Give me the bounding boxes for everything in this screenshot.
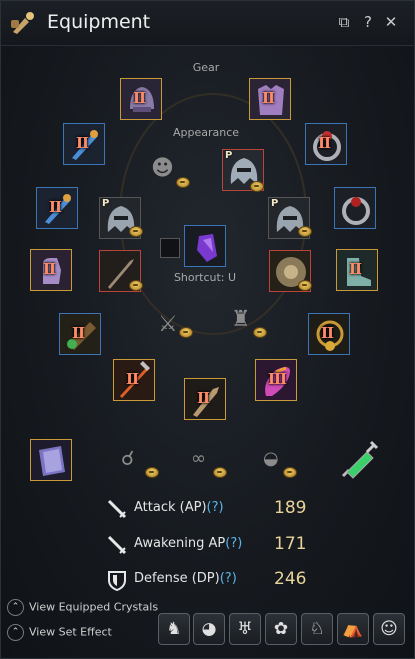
view-set-effect-link[interactable]: ⌃ View Set Effect	[7, 624, 112, 641]
gear-slot-shoes[interactable]: II	[336, 249, 378, 291]
syringe-icon[interactable]	[337, 438, 381, 482]
show-appearance-checkbox[interactable]	[160, 238, 180, 258]
help-link[interactable]: (?)	[207, 500, 224, 515]
awakening-value: 171	[274, 534, 307, 554]
defense-value: 246	[274, 569, 307, 589]
enhancement-level: II	[197, 389, 210, 407]
premium-mark: P	[225, 150, 233, 161]
costume-armor-outline-icon: ♜	[231, 307, 251, 332]
greatsword-icon	[107, 535, 127, 555]
gear-slot-necklace[interactable]: II	[308, 313, 350, 355]
glasses-outline-icon[interactable]: ∞	[191, 448, 206, 470]
gear-slot-gloves[interactable]: II	[30, 249, 72, 291]
enhancement-level: II	[349, 260, 362, 278]
enhancement-level: II	[76, 134, 89, 152]
dye-icon[interactable]	[129, 280, 143, 291]
shield-icon	[108, 571, 126, 591]
enhancement-level: II	[43, 260, 56, 278]
close-icon[interactable]: ✕	[382, 13, 400, 31]
chevron-up-icon: ⌃	[7, 599, 24, 616]
stat-attack: Attack (AP)(?) 189	[106, 496, 406, 524]
defense-label: Defense (DP)	[134, 571, 220, 586]
stat-awakening: Awakening AP(?) 171	[106, 532, 406, 560]
gear-slot-sub-weapon[interactable]: III	[255, 359, 297, 401]
gear-slot-ring-left[interactable]	[334, 187, 376, 229]
underwear-button[interactable]: ♅	[229, 613, 261, 645]
premium-mark: P	[102, 198, 110, 209]
mask-button[interactable]: ◕	[193, 613, 225, 645]
gear-slot-awakening-weapon[interactable]: II	[184, 378, 226, 420]
lantern-outline-icon[interactable]: ☌	[121, 447, 134, 469]
awakening-label: Awakening AP	[134, 536, 226, 551]
enhancement-level: II	[126, 370, 139, 388]
lips-outline-icon[interactable]: ◒	[263, 448, 279, 470]
dye-icon[interactable]	[176, 177, 190, 188]
dye-icon[interactable]	[250, 181, 264, 192]
tome-icon	[31, 440, 71, 480]
enhancement-level: II	[72, 324, 85, 342]
restore-icon[interactable]: ⧉	[335, 13, 353, 31]
dye-icon[interactable]	[129, 226, 143, 237]
premium-mark: P	[271, 198, 279, 209]
attack-value: 189	[274, 498, 307, 518]
gear-slot-main-weapon[interactable]: II	[113, 359, 155, 401]
shortcut-label: Shortcut: U	[173, 271, 237, 284]
gear-slot-armor[interactable]: II	[249, 78, 291, 120]
enhancement-level: II	[133, 89, 146, 107]
ring-icon	[335, 188, 375, 228]
enhancement-level: II	[49, 198, 62, 216]
view-equipped-crystals-label: View Equipped Crystals	[29, 600, 159, 614]
gear-slot-helmet[interactable]: II	[120, 78, 162, 120]
stat-defense: Defense (DP)(?) 246	[106, 567, 406, 595]
title-bar[interactable]: Equipment ⧉ ? ✕	[1, 1, 414, 46]
chevron-up-icon: ⌃	[7, 624, 24, 641]
appearance-label: Appearance	[172, 126, 240, 139]
window-title: Equipment	[47, 11, 151, 33]
tent-button[interactable]: ⛺	[337, 613, 369, 645]
help-link[interactable]: (?)	[220, 571, 237, 586]
enhancement-level: II	[262, 89, 275, 107]
dye-icon[interactable]	[145, 467, 159, 478]
attack-label: Attack (AP)	[134, 500, 207, 515]
help-icon[interactable]: ?	[359, 13, 377, 31]
enhancement-level: II	[321, 324, 334, 342]
character-button[interactable]: ☺	[373, 613, 405, 645]
dye-icon[interactable]	[179, 327, 193, 338]
gear-slot-ring-right[interactable]: II	[305, 123, 347, 165]
mount-costume-button[interactable]: ♘	[301, 613, 333, 645]
equipment-window: Equipment ⧉ ? ✕ Gear Appearance Shortcut…	[0, 0, 415, 659]
dye-icon[interactable]	[253, 327, 267, 338]
gear-slot-belt[interactable]: II	[59, 313, 101, 355]
gear-slot-earring-left[interactable]: II	[63, 123, 105, 165]
gear-slot-earring-right[interactable]: II	[36, 187, 78, 229]
crystal-slot[interactable]	[184, 225, 226, 267]
view-equipped-crystals-link[interactable]: ⌃ View Equipped Crystals	[7, 599, 158, 616]
view-set-effect-label: View Set Effect	[29, 625, 112, 639]
enhancement-level: II	[318, 134, 331, 152]
dye-icon[interactable]	[298, 226, 312, 237]
horse-button[interactable]: ♞	[158, 613, 190, 645]
potion-icon	[11, 12, 34, 34]
costume-helmet-outline-icon: ☻	[151, 156, 174, 181]
pet-button[interactable]: ✿	[265, 613, 297, 645]
gear-label: Gear	[192, 61, 220, 74]
help-link[interactable]: (?)	[225, 536, 242, 551]
enhancement-level: III	[268, 370, 287, 388]
dye-icon[interactable]	[283, 467, 297, 478]
tome-slot[interactable]	[30, 439, 72, 481]
dye-icon[interactable]	[298, 280, 312, 291]
crystal-icon	[185, 226, 225, 266]
sword-icon	[107, 499, 127, 519]
dye-icon[interactable]	[213, 467, 227, 478]
costume-sword-outline-icon: ⚔	[158, 312, 178, 337]
